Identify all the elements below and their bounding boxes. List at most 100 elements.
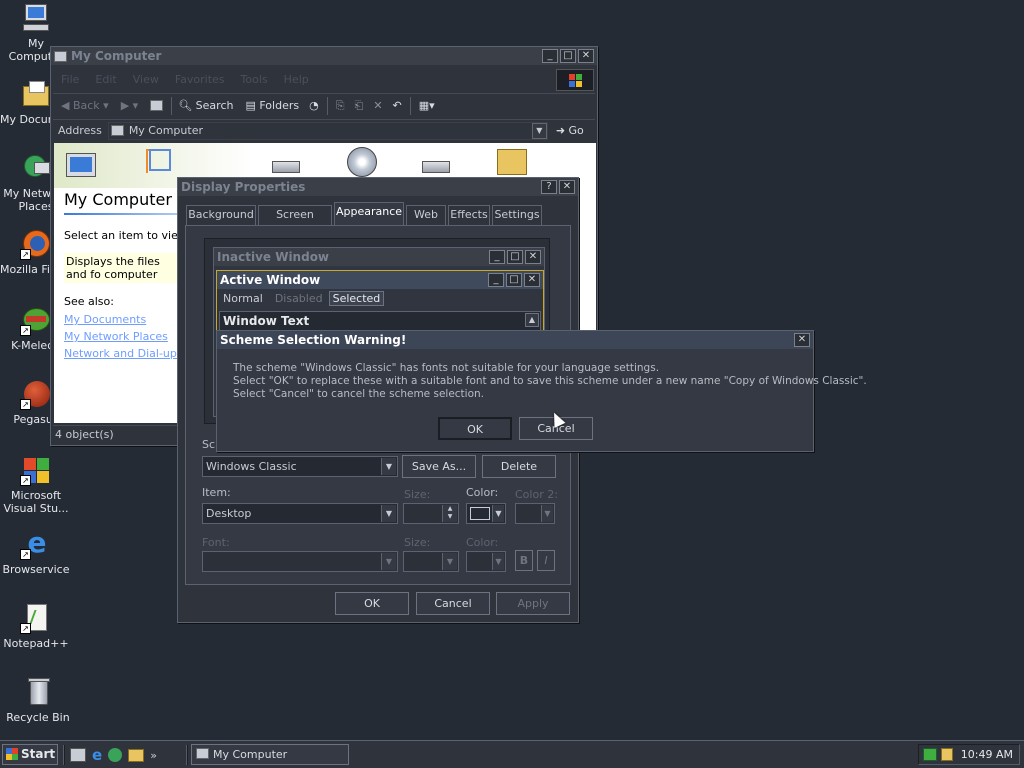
toolbar-separator [171, 96, 173, 115]
volume-icon[interactable] [941, 748, 953, 761]
bold-button[interactable]: B [515, 550, 533, 571]
shortcut-arrow-icon: ↗ [20, 475, 31, 486]
desktop-icon-visual-studio[interactable]: ↗ Microsoft Visual Stu... [0, 454, 72, 515]
forward-button[interactable]: ▶ ▾ [121, 99, 138, 112]
chevron-down-icon: ▼ [442, 553, 457, 570]
warning-line-1: The scheme "Windows Classic" has fonts n… [233, 362, 660, 374]
item-color2-picker[interactable]: ▼ [515, 503, 555, 524]
display-properties-titlebar[interactable]: Display Properties ? ✕ [178, 178, 578, 196]
chevron-down-icon[interactable]: ▼ [381, 505, 396, 522]
internet-explorer-icon[interactable]: e [92, 748, 102, 763]
close-button[interactable]: ✕ [794, 333, 810, 347]
up-folder-icon[interactable] [150, 100, 164, 111]
computer-icon [110, 125, 124, 136]
views-icon[interactable]: ▦▾ [419, 99, 435, 112]
apply-button[interactable]: Apply [496, 592, 570, 615]
desktop-icon-label: Microsoft Visual Stu... [3, 489, 69, 515]
chevron-right-icon[interactable]: » [150, 749, 157, 762]
link-my-network-places[interactable]: My Network Places [64, 330, 168, 343]
shortcut-arrow-icon: ↗ [20, 623, 31, 634]
back-button[interactable]: ◀ Back ▾ [61, 99, 109, 112]
address-field[interactable]: My Computer ▼ [107, 121, 548, 140]
font-color-picker[interactable]: ▼ [466, 551, 506, 572]
tab-appearance[interactable]: Appearance [334, 202, 404, 226]
italic-button[interactable]: I [537, 550, 555, 571]
link-my-documents[interactable]: My Documents [64, 313, 146, 326]
folders-label: Folders [259, 99, 300, 112]
tab-settings[interactable]: Settings [492, 205, 542, 225]
font-size-select[interactable]: ▼ [403, 551, 459, 572]
save-as-button[interactable]: Save As... [402, 455, 476, 478]
menu-help[interactable]: Help [284, 73, 309, 86]
item-color-label: Color: [466, 486, 499, 499]
delete-icon[interactable]: ✕ [373, 99, 382, 112]
tab-screen-saver[interactable]: Screen Saver [258, 205, 332, 239]
folders-button[interactable]: ▤ Folders [245, 99, 299, 112]
shortcut-arrow-icon: ↗ [20, 399, 31, 410]
tab-web[interactable]: Web [406, 205, 446, 225]
drive-icon-floppy[interactable] [272, 161, 300, 173]
my-computer-titlebar[interactable]: My Computer _ □ ✕ [51, 47, 597, 65]
item-size-spinner[interactable]: ▲ ▼ [403, 503, 459, 524]
address-label: Address [58, 124, 102, 137]
font-select[interactable]: ▼ [202, 551, 398, 572]
minimize-button[interactable]: _ [542, 49, 558, 63]
link-network-dialup[interactable]: Network and Dial-up Co [64, 347, 179, 360]
ok-button[interactable]: OK [335, 592, 409, 615]
item-color-picker[interactable]: ▼ [466, 503, 506, 524]
notepad-icon: ↗ [20, 602, 52, 634]
help-button[interactable]: ? [541, 180, 557, 194]
start-button[interactable]: Start [2, 744, 58, 765]
chevron-down-icon[interactable]: ▼ [492, 505, 504, 522]
explorer-icon[interactable] [128, 748, 145, 762]
cancel-button[interactable]: Cancel [416, 592, 490, 615]
close-button[interactable]: ✕ [578, 49, 594, 63]
go-label: Go [568, 124, 584, 137]
chevron-down-icon[interactable]: ▼ [381, 458, 396, 475]
cd-drive-icon[interactable] [347, 147, 377, 177]
maximize-button[interactable]: □ [560, 49, 576, 63]
undo-icon[interactable]: ↶ [393, 99, 402, 112]
warning-ok-button[interactable]: OK [438, 417, 512, 440]
chevron-down-icon: ▼ [492, 553, 504, 570]
show-desktop-icon[interactable] [70, 748, 86, 762]
copy-to-icon[interactable]: ⎗ [355, 99, 364, 113]
scheme-warning-dialog[interactable]: Scheme Selection Warning! ✕ The scheme "… [216, 330, 867, 452]
font-label: Font: [202, 536, 230, 549]
drive-icon-local[interactable] [422, 161, 450, 173]
warning-title: Scheme Selection Warning! [220, 333, 407, 347]
desktop-icon-browservice[interactable]: e ↗ Browservice [0, 528, 72, 577]
network-icon[interactable] [108, 748, 123, 762]
item-value: Desktop [206, 507, 252, 520]
start-label: Start [21, 747, 56, 761]
tab-effects[interactable]: Effects [448, 205, 490, 225]
close-button[interactable]: ✕ [559, 180, 575, 194]
tab-background[interactable]: Background [186, 205, 256, 225]
taskbar-button-my-computer[interactable]: My Computer [191, 744, 349, 765]
delete-button[interactable]: Delete [482, 455, 556, 478]
desktop-icon-recycle-bin[interactable]: Recycle Bin [2, 676, 74, 724]
network-status-icon[interactable] [923, 748, 937, 761]
desktop-icon-notepad-plus-plus[interactable]: ↗ Notepad++ [0, 602, 72, 650]
item-select[interactable]: Desktop ▼ [202, 503, 398, 524]
item-size-label: Size: [404, 488, 431, 501]
preview-menu-normal: Normal [223, 291, 263, 305]
address-dropdown-button[interactable]: ▼ [531, 122, 547, 139]
search-button[interactable]: 🔍︎ Search [178, 99, 233, 112]
internet-explorer-icon: e ↗ [20, 528, 52, 560]
menu-view[interactable]: View [133, 73, 159, 86]
menu-edit[interactable]: Edit [95, 73, 116, 86]
minimize-icon: _ [488, 273, 504, 287]
scheme-select[interactable]: Windows Classic ▼ [202, 456, 398, 477]
menu-file[interactable]: File [61, 73, 79, 86]
computer-icon [20, 2, 52, 34]
see-also-label: See also: [64, 295, 114, 308]
menu-favorites[interactable]: Favorites [175, 73, 225, 86]
move-to-icon[interactable]: ⎘ [336, 99, 345, 113]
menu-tools[interactable]: Tools [241, 73, 268, 86]
go-button[interactable]: ➜ Go [556, 124, 584, 137]
clock[interactable]: 10:49 AM [961, 748, 1013, 761]
control-panel-icon[interactable] [497, 149, 527, 175]
warning-titlebar[interactable]: Scheme Selection Warning! ✕ [217, 331, 813, 349]
history-icon[interactable]: ◔ [309, 99, 319, 112]
